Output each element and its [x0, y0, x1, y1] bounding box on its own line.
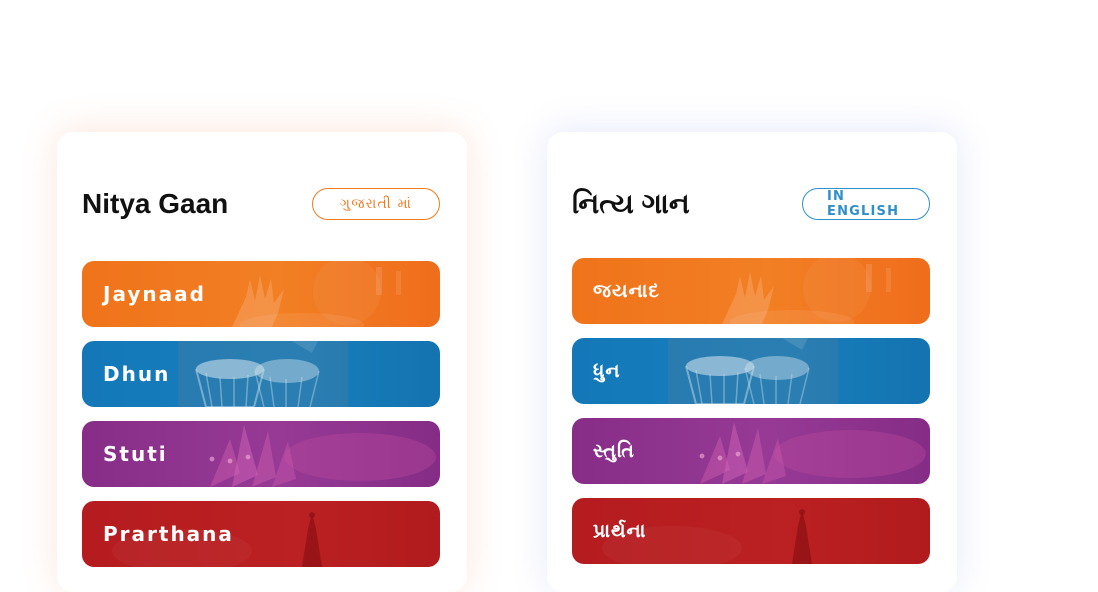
- category-list: જયનાદ ધુન સ્તુતિ પ્રાર્થના: [572, 258, 930, 578]
- english-language-button[interactable]: IN ENGLISH: [802, 188, 930, 220]
- category-label: Jaynaad: [103, 282, 206, 306]
- category-prarthana[interactable]: Prarthana: [82, 501, 440, 567]
- nitya-gaan-card-english: Nitya Gaan ગુજરાતી માં Jaynaad Dhun Stut…: [57, 132, 467, 592]
- card-title: Nitya Gaan: [82, 188, 229, 219]
- category-label: ધુન: [593, 360, 621, 382]
- category-label: પ્રાર્થના: [593, 520, 647, 542]
- category-label: Stuti: [103, 442, 168, 466]
- nitya-gaan-card-gujarati: નિત્ય ગાન IN ENGLISH જયનાદ ધુન સ્તુતિ પ્…: [547, 132, 957, 592]
- category-stuti[interactable]: સ્તુતિ: [572, 418, 930, 484]
- gujarati-language-button[interactable]: ગુજરાતી માં: [312, 188, 440, 220]
- category-label: સ્તુતિ: [593, 440, 635, 462]
- category-prarthana[interactable]: પ્રાર્થના: [572, 498, 930, 564]
- category-label: Dhun: [103, 362, 171, 386]
- category-list: Jaynaad Dhun Stuti Prarthana: [82, 261, 440, 581]
- category-jaynaad[interactable]: જયનાદ: [572, 258, 930, 324]
- category-dhun[interactable]: ધુન: [572, 338, 930, 404]
- category-jaynaad[interactable]: Jaynaad: [82, 261, 440, 327]
- category-label: Prarthana: [103, 522, 234, 546]
- category-stuti[interactable]: Stuti: [82, 421, 440, 487]
- tabla-drums-image: [572, 338, 930, 404]
- card-title: નિત્ય ગાન: [572, 188, 690, 219]
- category-dhun[interactable]: Dhun: [82, 341, 440, 407]
- category-label: જયનાદ: [593, 280, 660, 302]
